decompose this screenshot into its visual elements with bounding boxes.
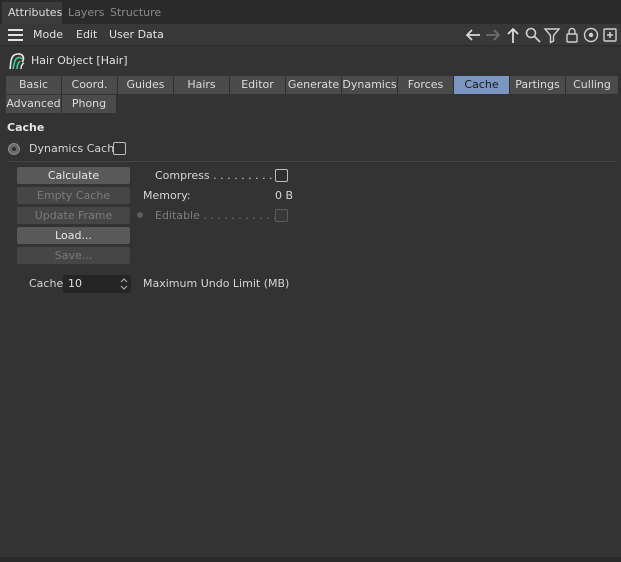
tab-editor[interactable]: Editor bbox=[230, 76, 286, 94]
object-header: Hair Object [Hair] bbox=[0, 50, 621, 72]
dynamics-cache-keyframe-icon[interactable] bbox=[8, 143, 20, 155]
tab-dynamics[interactable]: Dynamics bbox=[342, 76, 398, 94]
tab-coord[interactable]: Coord. bbox=[62, 76, 118, 94]
add-panel-icon[interactable] bbox=[601, 26, 619, 44]
load-button[interactable]: Load... bbox=[17, 227, 130, 244]
stepper-icon[interactable] bbox=[120, 277, 128, 291]
tab-culling[interactable]: Culling bbox=[566, 76, 619, 94]
tab-generate[interactable]: Generate bbox=[286, 76, 342, 94]
editable-checkbox[interactable] bbox=[275, 209, 288, 222]
arrow-right-icon[interactable] bbox=[484, 26, 502, 44]
compress-label: Compress . . . . . . . . . . bbox=[155, 169, 280, 182]
tab-advanced[interactable]: Advanced bbox=[6, 95, 62, 113]
tab-phong[interactable]: Phong bbox=[62, 95, 117, 113]
tab-cache[interactable]: Cache bbox=[454, 76, 510, 94]
search-icon[interactable] bbox=[524, 26, 542, 44]
panel-tab-bar: Attributes Layers Structure bbox=[0, 0, 621, 24]
hamburger-menu-icon[interactable] bbox=[8, 29, 23, 41]
panel-tab-structure[interactable]: Structure bbox=[110, 2, 161, 24]
editable-label: Editable . . . . . . . . . . . bbox=[155, 209, 277, 222]
compress-checkbox[interactable] bbox=[275, 169, 288, 182]
cache-undo-input[interactable]: 10 bbox=[63, 275, 131, 293]
arrow-up-icon[interactable] bbox=[504, 26, 522, 44]
cache-field-label: Cache bbox=[29, 277, 64, 290]
panel-tab-attributes[interactable]: Attributes bbox=[2, 2, 62, 24]
save-button[interactable]: Save... bbox=[17, 247, 130, 264]
section-divider bbox=[7, 161, 616, 162]
menu-user-data[interactable]: User Data bbox=[109, 24, 164, 46]
tab-hairs[interactable]: Hairs bbox=[174, 76, 230, 94]
menu-mode[interactable]: Mode bbox=[33, 24, 63, 46]
target-icon[interactable] bbox=[582, 26, 600, 44]
section-title-cache: Cache bbox=[7, 121, 45, 134]
filter-icon[interactable] bbox=[543, 26, 561, 44]
empty-cache-button[interactable]: Empty Cache bbox=[17, 187, 130, 204]
object-title: Hair Object [Hair] bbox=[31, 54, 128, 67]
panel-tab-layers[interactable]: Layers bbox=[68, 2, 104, 24]
calculate-button[interactable]: Calculate bbox=[17, 167, 130, 184]
arrow-left-icon[interactable] bbox=[464, 26, 482, 44]
memory-value: 0 B bbox=[275, 189, 294, 202]
menu-bar: Mode Edit User Data bbox=[0, 24, 621, 46]
dynamics-cache-label: Dynamics Cache bbox=[29, 142, 121, 155]
tab-forces[interactable]: Forces bbox=[398, 76, 454, 94]
dynamics-cache-checkbox[interactable] bbox=[113, 142, 126, 155]
update-frame-button[interactable]: Update Frame bbox=[17, 207, 130, 224]
memory-label: Memory: bbox=[143, 189, 191, 202]
panel-bottom-edge bbox=[0, 557, 621, 562]
tab-guides[interactable]: Guides bbox=[118, 76, 174, 94]
menu-edit[interactable]: Edit bbox=[76, 24, 97, 46]
editable-keyframe-icon[interactable] bbox=[137, 212, 143, 218]
lock-icon[interactable] bbox=[563, 26, 581, 44]
tab-basic[interactable]: Basic bbox=[6, 76, 62, 94]
tab-partings[interactable]: Partings bbox=[510, 76, 566, 94]
hair-object-icon bbox=[7, 52, 27, 71]
undo-limit-label: Maximum Undo Limit (MB) bbox=[143, 277, 290, 290]
cache-undo-value: 10 bbox=[68, 277, 82, 290]
